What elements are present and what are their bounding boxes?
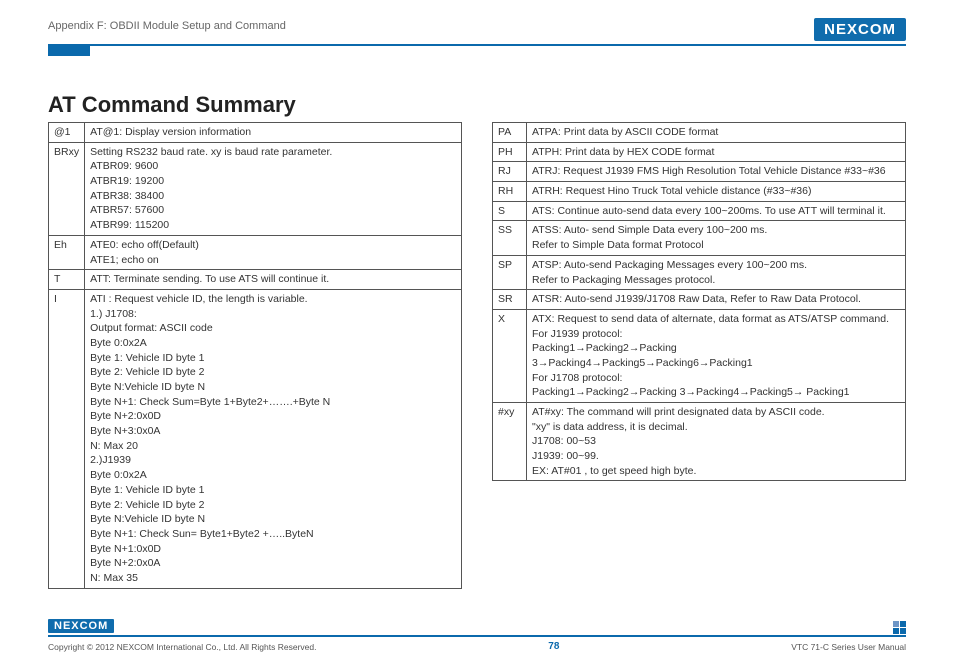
command-cell: I (49, 289, 85, 588)
command-cell: SS (493, 221, 527, 255)
page-footer: NEXCOM Copyright © 2012 NEXCOM Internati… (48, 619, 906, 652)
table-row: RJATRJ: Request J1939 FMS High Resolutio… (493, 162, 906, 182)
table-row: SATS: Continue auto-send data every 100~… (493, 201, 906, 221)
description-cell: ATRJ: Request J1939 FMS High Resolution … (527, 162, 906, 182)
table-row: EhATE0: echo off(Default) ATE1; echo on (49, 235, 462, 269)
description-cell: Setting RS232 baud rate. xy is baud rate… (85, 142, 462, 235)
table-row: PAATPA: Print data by ASCII CODE format (493, 123, 906, 143)
description-cell: ATI : Request vehicle ID, the length is … (85, 289, 462, 588)
command-cell: S (493, 201, 527, 221)
description-cell: ATSR: Auto-send J1939/J1708 Raw Data, Re… (527, 290, 906, 310)
table-row: #xyAT#xy: The command will print designa… (493, 403, 906, 481)
table-row: RHATRH: Request Hino Truck Total vehicle… (493, 182, 906, 202)
description-cell: ATE0: echo off(Default) ATE1; echo on (85, 235, 462, 269)
command-cell: T (49, 270, 85, 290)
description-cell: ATX: Request to send data of alternate, … (527, 309, 906, 402)
page-header: Appendix F: OBDII Module Setup and Comma… (48, 18, 906, 46)
table-row: XATX: Request to send data of alternate,… (493, 309, 906, 402)
description-cell: ATPA: Print data by ASCII CODE format (527, 123, 906, 143)
command-table-right: PAATPA: Print data by ASCII CODE formatP… (492, 122, 906, 481)
command-cell: RH (493, 182, 527, 202)
command-cell: PA (493, 123, 527, 143)
table-row: TATT: Terminate sending. To use ATS will… (49, 270, 462, 290)
page-number: 78 (548, 641, 559, 652)
footer-logo: NEXCOM (48, 619, 114, 633)
description-cell: ATT: Terminate sending. To use ATS will … (85, 270, 462, 290)
footer-copyright: Copyright © 2012 NEXCOM International Co… (48, 642, 316, 652)
table-row: PHATPH: Print data by HEX CODE format (493, 142, 906, 162)
table-row: SSATSS: Auto- send Simple Data every 100… (493, 221, 906, 255)
command-cell: @1 (49, 123, 85, 143)
description-cell: ATPH: Print data by HEX CODE format (527, 142, 906, 162)
table-row: @1AT@1: Display version information (49, 123, 462, 143)
footer-manual: VTC 71-C Series User Manual (791, 642, 906, 652)
command-table-left: @1AT@1: Display version informationBRxyS… (48, 122, 462, 589)
description-cell: ATS: Continue auto-send data every 100~2… (527, 201, 906, 221)
table-row: BRxySetting RS232 baud rate. xy is baud … (49, 142, 462, 235)
brand-logo: NEXCOM (814, 18, 906, 41)
section-title: Appendix F: OBDII Module Setup and Comma… (48, 18, 286, 32)
command-cell: SR (493, 290, 527, 310)
right-column: PAATPA: Print data by ASCII CODE formatP… (492, 122, 906, 589)
command-cell: BRxy (49, 142, 85, 235)
page-title: AT Command Summary (48, 92, 296, 118)
table-row: SRATSR: Auto-send J1939/J1708 Raw Data, … (493, 290, 906, 310)
content-columns: @1AT@1: Display version informationBRxyS… (48, 122, 906, 589)
command-cell: PH (493, 142, 527, 162)
command-cell: X (493, 309, 527, 402)
table-row: IATI : Request vehicle ID, the length is… (49, 289, 462, 588)
header-accent (48, 46, 90, 56)
command-cell: RJ (493, 162, 527, 182)
description-cell: ATSP: Auto-send Packaging Messages every… (527, 255, 906, 289)
command-cell: #xy (493, 403, 527, 481)
description-cell: ATRH: Request Hino Truck Total vehicle d… (527, 182, 906, 202)
description-cell: AT@1: Display version information (85, 123, 462, 143)
table-row: SPATSP: Auto-send Packaging Messages eve… (493, 255, 906, 289)
left-column: @1AT@1: Display version informationBRxyS… (48, 122, 462, 589)
description-cell: AT#xy: The command will print designated… (527, 403, 906, 481)
command-cell: SP (493, 255, 527, 289)
command-cell: Eh (49, 235, 85, 269)
footer-divider (48, 635, 906, 637)
description-cell: ATSS: Auto- send Simple Data every 100~2… (527, 221, 906, 255)
